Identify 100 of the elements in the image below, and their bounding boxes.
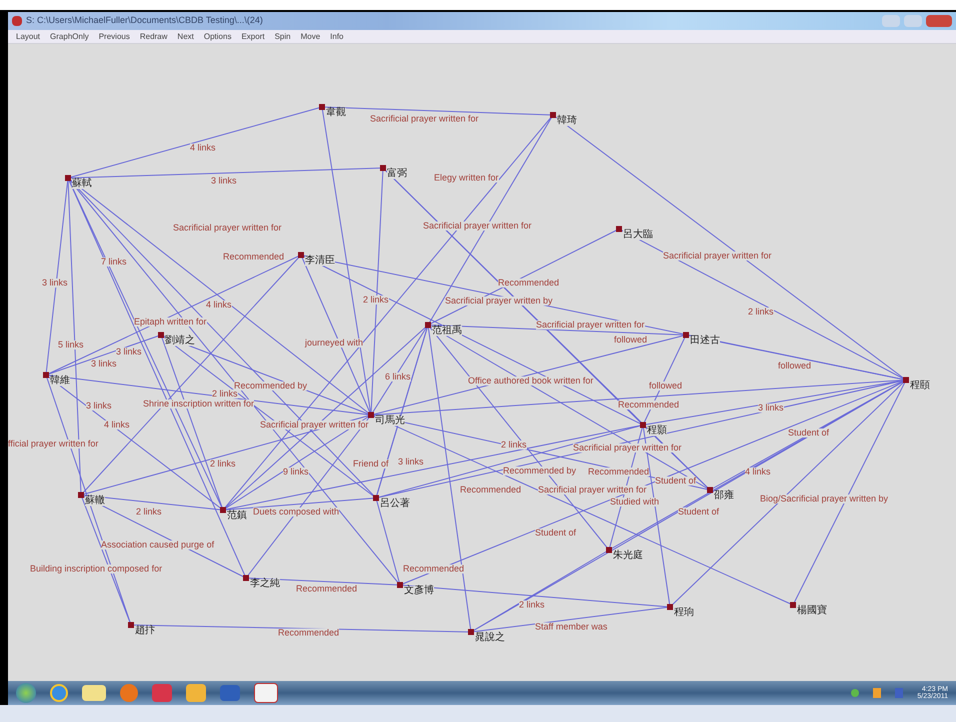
edge-label: Recommended (403, 564, 464, 574)
menu-item[interactable]: Info (330, 30, 344, 42)
node-marker[interactable] (158, 332, 164, 338)
node-marker[interactable] (243, 575, 249, 581)
edge-label: Sacrificial prayer written for (423, 222, 532, 230)
menu-item[interactable]: Layout (16, 30, 40, 42)
node-label: 晁說之 (475, 633, 505, 643)
node-marker[interactable] (319, 104, 325, 110)
node-marker[interactable] (380, 165, 386, 171)
tray-icon[interactable] (895, 688, 904, 698)
node-marker[interactable] (550, 112, 556, 118)
node-marker[interactable] (468, 629, 474, 635)
edge-label: Sacrificial prayer written for (260, 420, 369, 430)
edge-label: Friend of (353, 460, 389, 468)
edge-label: Association caused purge of (101, 540, 214, 550)
edge-label: Student of (678, 508, 720, 516)
node-label: 韓琦 (557, 116, 577, 126)
node-label: 田述古 (690, 336, 720, 346)
edge-label: Building inscription composed for (30, 564, 162, 574)
edge-label: Recommended (588, 468, 650, 476)
node-marker[interactable] (707, 487, 713, 493)
edge-label: 2 links (136, 508, 162, 516)
node-marker[interactable] (397, 582, 403, 588)
edge-label: 3 links (758, 404, 784, 412)
edge-label: 3 links (211, 176, 237, 186)
edge-label: Sacrificial prayer written for (173, 224, 282, 232)
edge-label: Sacrificial prayer written for (536, 320, 645, 330)
edge-label: journeyed with (305, 338, 364, 348)
menu-item[interactable]: Next (177, 30, 194, 42)
node-marker[interactable] (373, 495, 379, 501)
node-label: 李清臣 (305, 256, 335, 266)
node-label: 趙抃 (135, 626, 155, 636)
node-marker[interactable] (903, 377, 909, 383)
edge-label: 3 links (398, 458, 424, 466)
menu-item[interactable]: Previous (98, 30, 130, 42)
node-marker[interactable] (78, 492, 84, 498)
node-label: 朱光庭 (613, 551, 643, 561)
edge-label: 2 links (519, 600, 545, 610)
node-marker[interactable] (220, 507, 226, 513)
node-label: 程頤 (910, 381, 930, 391)
menu-item[interactable]: Spin (274, 30, 291, 42)
menu-item[interactable]: GraphOnly (50, 30, 89, 42)
edge-label: Recommended (460, 486, 522, 494)
node-marker[interactable] (128, 622, 134, 628)
menu-item[interactable]: Options (204, 30, 232, 42)
edge-label: 3 links (116, 348, 142, 356)
edge-label: Biog/Sacrificial prayer written by (760, 494, 888, 504)
close-button[interactable] (926, 15, 952, 27)
menu-item[interactable]: Redraw (140, 30, 168, 42)
node-marker[interactable] (425, 322, 431, 328)
edge-label: Recommended (296, 584, 358, 594)
tray-icon[interactable] (873, 688, 882, 698)
edge-label: Sacrificial prayer written by (445, 296, 553, 306)
node-label: 蘇軾 (72, 179, 92, 189)
edge-label: Recommended by (234, 382, 308, 390)
edge-label: Sacrificial prayer written for (538, 486, 647, 494)
edge-label: Recommended (278, 628, 340, 638)
edge-label: 5 links (58, 340, 84, 350)
edge-label: 4 links (190, 144, 216, 152)
edge-label: 4 links (206, 300, 232, 310)
node-marker[interactable] (368, 412, 374, 418)
node-marker[interactable] (640, 422, 646, 428)
node-marker[interactable] (65, 175, 71, 181)
window-title: S: C:\Users\MichaelFuller\Documents\CBDB Testing\...\(24) (26, 14, 263, 28)
edge-label: 6 links (385, 372, 411, 382)
maximize-button[interactable] (904, 15, 922, 27)
node-label: 程珦 (674, 608, 694, 618)
node-marker[interactable] (298, 252, 304, 258)
node-label: 文彥博 (404, 586, 434, 596)
start-orb-icon[interactable] (16, 683, 36, 703)
node-label: 范鎮 (227, 511, 247, 521)
node-label: 韋觀 (326, 108, 346, 118)
edge-label: Recommended by (503, 466, 576, 476)
node-marker[interactable] (43, 372, 49, 378)
edge-label: Elegy written for (434, 174, 499, 182)
node-label: 蘇轍 (85, 496, 105, 506)
node-label: 富弼 (387, 169, 407, 179)
edge-label: 9 links (283, 468, 309, 476)
edge-label: followed (778, 362, 812, 370)
node-marker[interactable] (616, 226, 622, 232)
menu-item[interactable]: Export (241, 30, 265, 42)
tray-icon[interactable] (851, 689, 860, 697)
edge-label: Student of (655, 476, 696, 486)
edge-label: 3 links (86, 402, 112, 410)
edge-label: Sacrificial prayer written for (573, 444, 682, 452)
edge-label: Recommended (498, 278, 560, 288)
edge-label: followed (614, 336, 648, 344)
node-marker[interactable] (667, 604, 673, 610)
edge-label: Sacrificial prayer written for (370, 114, 479, 124)
edge-label: followed (649, 382, 682, 390)
edge-label: 4 links (745, 468, 771, 476)
node-label: 范祖禹 (432, 326, 462, 336)
node-marker[interactable] (683, 332, 689, 338)
edge-label: Recommended (223, 252, 284, 262)
minimize-button[interactable] (882, 15, 900, 27)
menu-item[interactable]: Move (300, 30, 320, 42)
node-marker[interactable] (606, 547, 612, 553)
node-label: 韓維 (50, 376, 70, 386)
node-marker[interactable] (790, 602, 796, 608)
node-label: 程顥 (647, 426, 667, 436)
